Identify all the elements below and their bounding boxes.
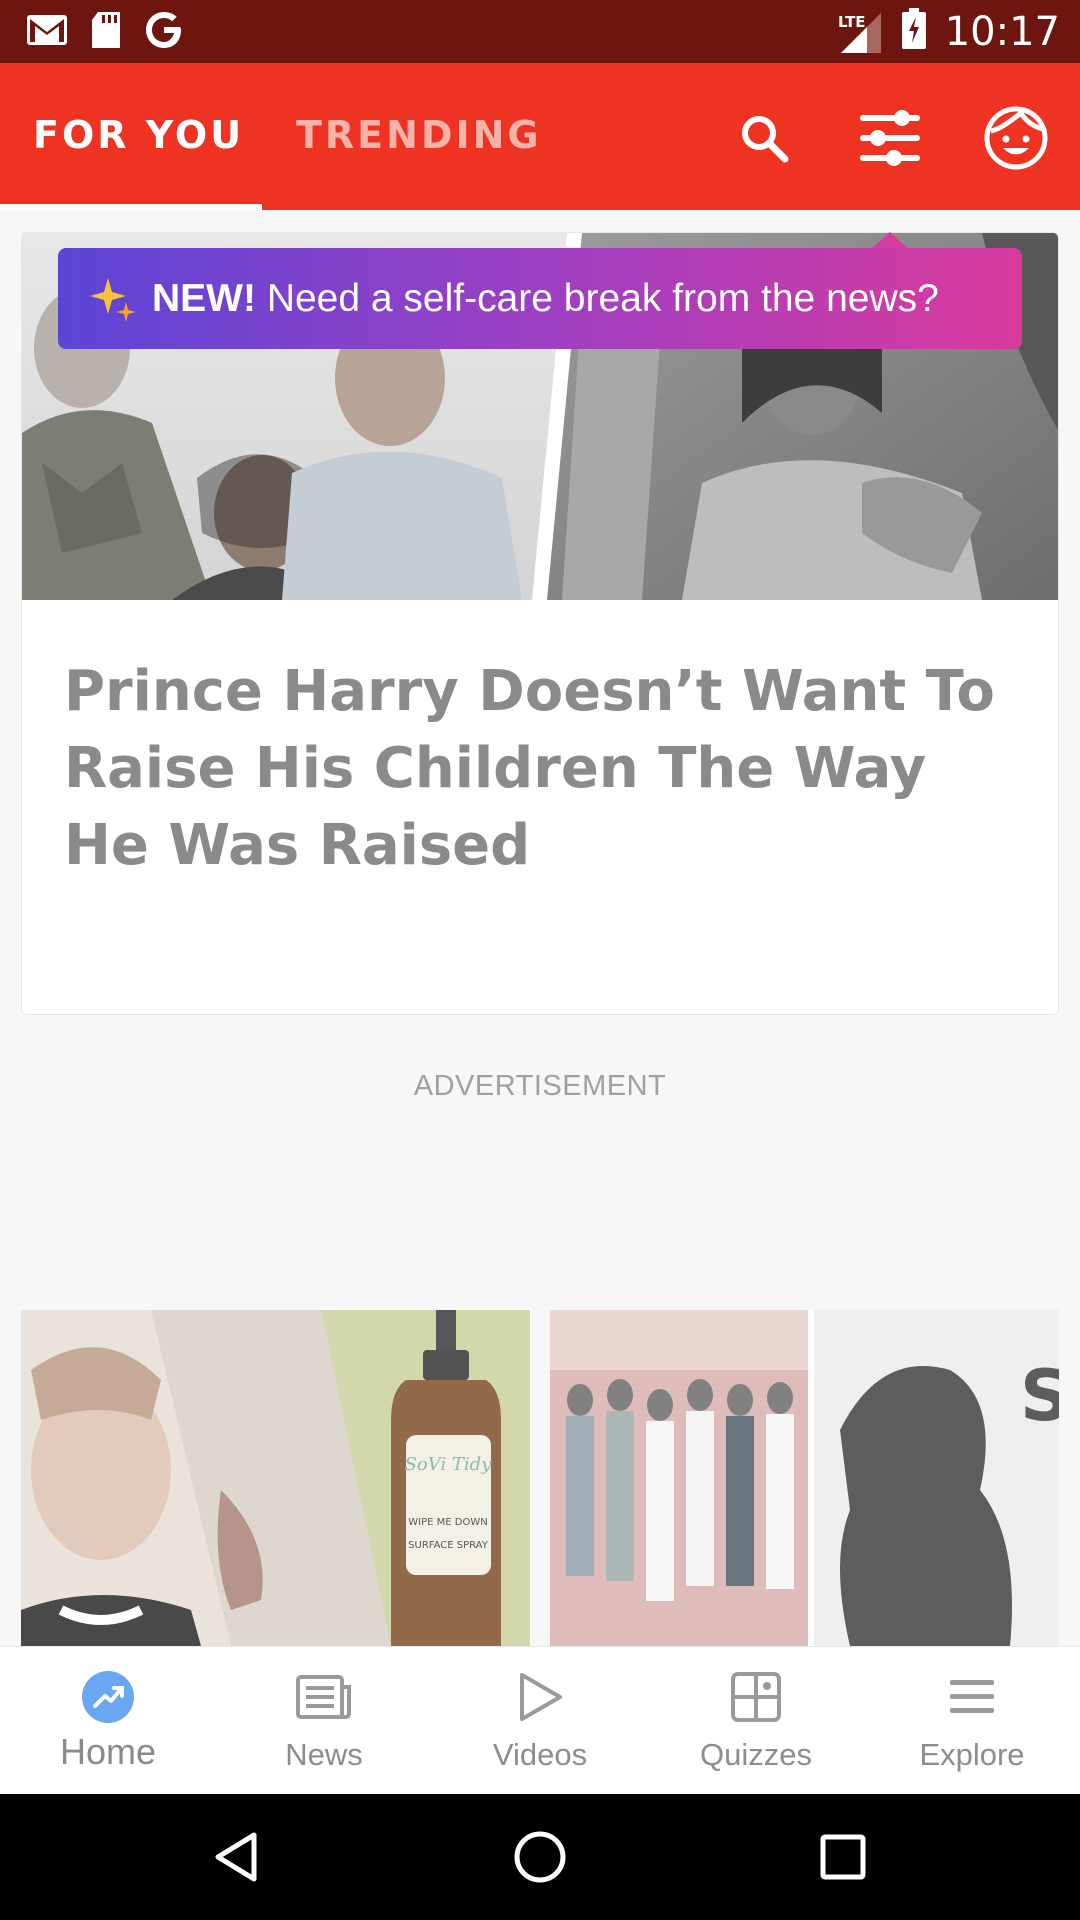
sd-card-icon [90, 11, 122, 54]
signal-icon: LTE [837, 9, 883, 55]
article-thumbnail-surface-spray[interactable]: SoVi Tidy WIPE ME DOWN SURFACE SPRAY [21, 1310, 530, 1646]
newspaper-icon [296, 1675, 351, 1719]
recents-icon [820, 1834, 866, 1880]
feed: NEW! Need a self-care break from the new… [0, 210, 1080, 1646]
featured-article-title: Prince Harry Doesn’t Want To Raise His C… [64, 659, 995, 878]
battery-icon [901, 8, 927, 55]
profile-button[interactable] [976, 98, 1056, 178]
nav-explore-label: Explore [919, 1737, 1025, 1772]
nav-quizzes[interactable]: Quizzes [648, 1647, 864, 1795]
menu-icon [950, 1680, 994, 1713]
nav-explore[interactable]: Explore [864, 1647, 1080, 1795]
google-icon [144, 10, 184, 55]
nav-videos-label: Videos [492, 1737, 588, 1772]
tooltip-message: Need a self-care break from the news? [266, 276, 939, 320]
featured-article-card[interactable]: Prince Harry Doesn’t Want To Raise His C… [21, 232, 1059, 1015]
filter-icon [860, 110, 920, 166]
profile-icon [984, 106, 1048, 170]
nav-home-label: Home [59, 1731, 157, 1772]
tab-for-you[interactable]: FOR YOU [33, 113, 244, 157]
play-icon [520, 1673, 562, 1721]
bottom-nav: Home News Videos Quizzes Explore [0, 1646, 1080, 1794]
back-icon [215, 1832, 257, 1882]
home-button[interactable] [507, 1824, 573, 1890]
nav-quizzes-label: Quizzes [700, 1737, 812, 1772]
back-button[interactable] [203, 1824, 269, 1890]
quiz-grid-icon [731, 1672, 781, 1722]
home-circle-icon [514, 1831, 566, 1883]
advertisement-label: ADVERTISEMENT [413, 1070, 667, 1102]
nav-home[interactable]: Home [0, 1647, 216, 1795]
nav-news-label: News [285, 1737, 363, 1772]
gmail-icon [26, 14, 68, 51]
tooltip-new-label: NEW! [152, 276, 256, 320]
tab-trending[interactable]: TRENDING [296, 113, 542, 157]
article-thumbnail-band[interactable]: SW IT [550, 1310, 1059, 1646]
trending-icon [82, 1671, 134, 1723]
network-type-label: LTE [838, 13, 866, 31]
self-care-tooltip[interactable]: NEW! Need a self-care break from the new… [58, 248, 1022, 349]
sparkle-icon [90, 277, 136, 322]
nav-news[interactable]: News [216, 1647, 432, 1795]
filter-button[interactable] [850, 98, 930, 178]
recents-button[interactable] [810, 1824, 876, 1890]
status-bar: LTE 10:17 [0, 0, 1080, 63]
app-bar: FOR YOU TRENDING [0, 63, 1080, 210]
search-icon [742, 116, 789, 163]
nav-videos[interactable]: Videos [432, 1647, 648, 1795]
system-nav-bar [0, 1794, 1080, 1920]
search-button[interactable] [724, 98, 804, 178]
status-time: 10:17 [944, 8, 1060, 55]
